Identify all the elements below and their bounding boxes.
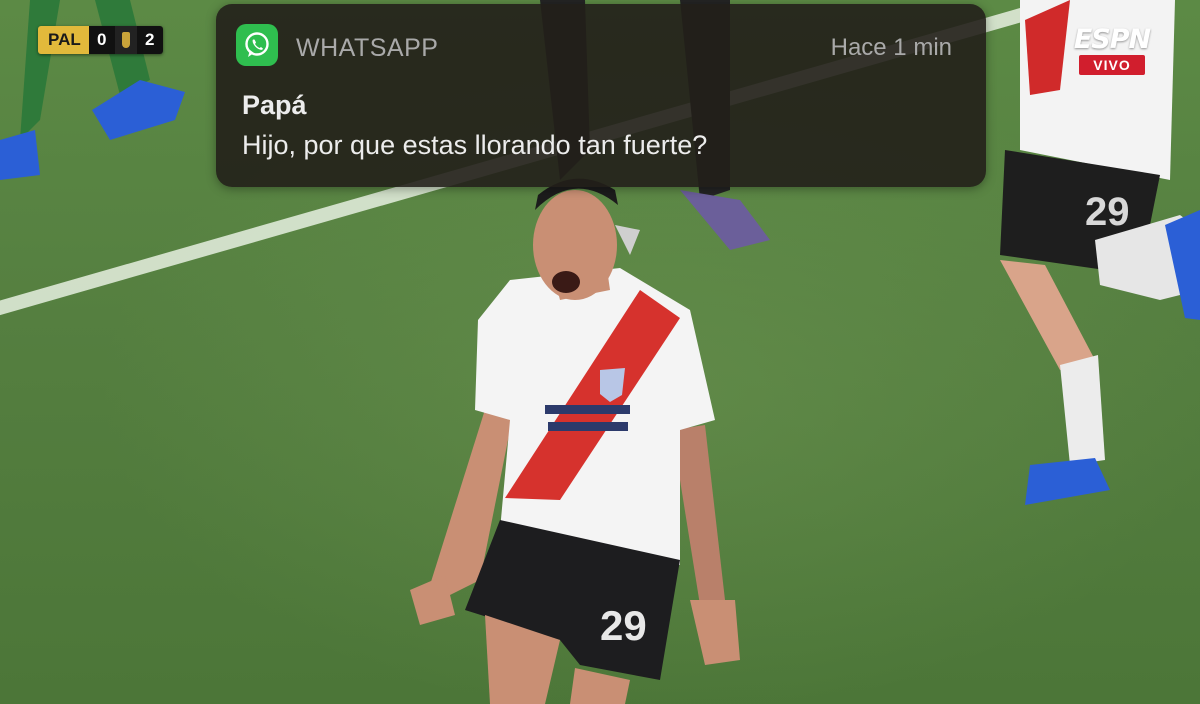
away-score: 2 — [136, 26, 163, 54]
background-player-right: 29 — [1000, 0, 1200, 505]
trophy-icon — [114, 26, 137, 54]
notification-message: Hijo, por que estas llorando tan fuerte? — [242, 130, 708, 160]
whatsapp-notification[interactable]: WHATSAPP Hace 1 min Papá Hijo, por que e… — [216, 4, 986, 187]
home-team-label: PAL — [38, 26, 89, 54]
main-player: 29 — [410, 178, 740, 704]
scoreboard: PAL 0 2 — [38, 26, 163, 54]
espn-live-badge: ESPN VIVO — [1062, 26, 1162, 75]
espn-logo: ESPN — [1073, 24, 1151, 55]
right-player-number-graphic: 29 — [1085, 190, 1130, 234]
home-score: 0 — [88, 26, 115, 54]
notification-sender: Papá — [242, 90, 307, 120]
main-player-number-graphic: 29 — [600, 602, 647, 649]
live-indicator: VIVO — [1079, 55, 1145, 75]
notification-app-name: WHATSAPP — [296, 34, 439, 62]
notification-time: Hace 1 min — [830, 34, 952, 61]
whatsapp-icon — [236, 24, 278, 66]
